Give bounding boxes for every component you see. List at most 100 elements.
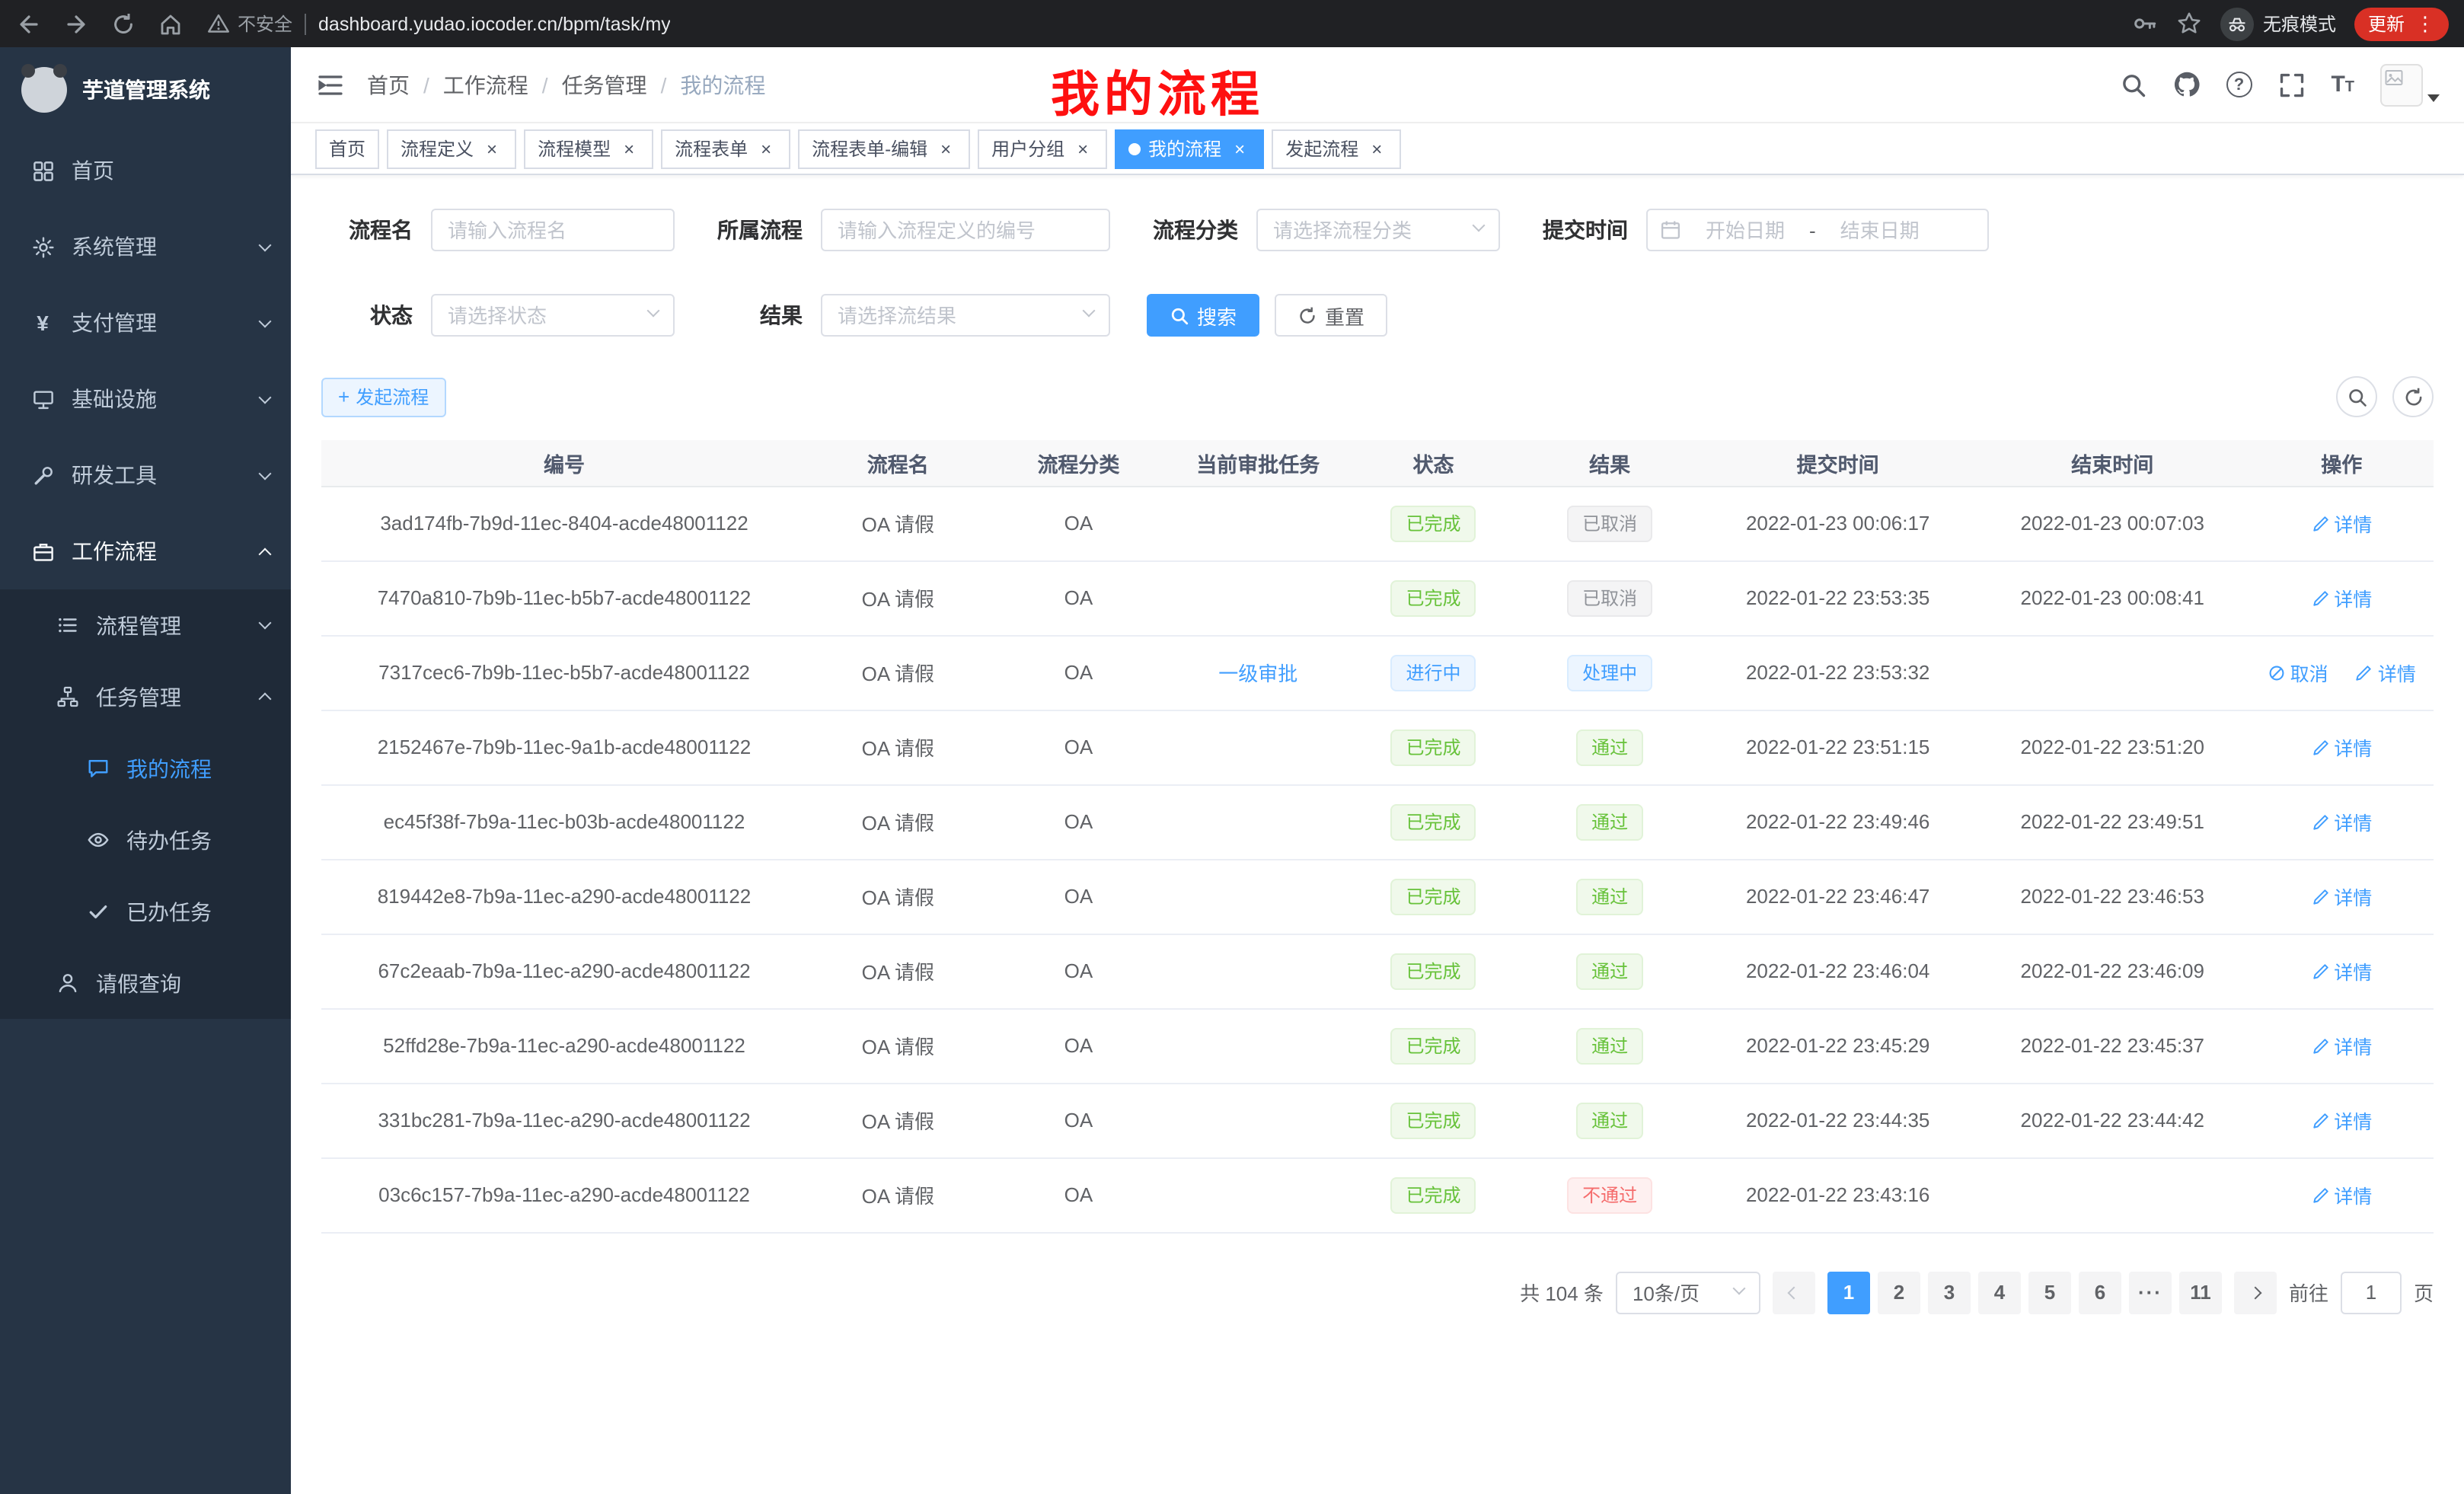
detail-link[interactable]: 详情 [2311,733,2372,761]
status-select[interactable] [431,294,675,337]
page-button[interactable]: 5 [2028,1271,2071,1314]
tab-close-icon[interactable] [481,138,503,159]
table-row: 819442e8-7b9a-11ec-a290-acde48001122 OA … [321,859,2434,934]
tab-close-icon[interactable] [1366,138,1387,159]
status-select-input[interactable] [431,294,675,337]
app-logo[interactable]: 芋道管理系统 [0,47,291,132]
detail-link[interactable]: 详情 [2311,1106,2372,1135]
table-row: 7317cec6-7b9b-11ec-b5b7-acde48001122 OA … [321,635,2434,710]
page-button[interactable]: 4 [1978,1271,2021,1314]
fullscreen-icon[interactable] [2277,71,2305,98]
tab-close-icon[interactable] [935,138,956,159]
search-icon[interactable] [2119,71,2146,98]
tab-close-icon[interactable] [1072,138,1093,159]
url-text[interactable]: dashboard.yudao.iocoder.cn/bpm/task/my [318,13,671,34]
home-icon[interactable] [157,11,183,37]
date-range-picker[interactable]: - [1646,209,1989,251]
page-button[interactable]: 3 [1928,1271,1971,1314]
detail-link[interactable]: 详情 [2311,956,2372,985]
result-select-input[interactable] [821,294,1110,337]
reload-icon[interactable] [110,11,136,37]
belong-process-input[interactable] [821,209,1110,251]
category-select[interactable] [1256,209,1500,251]
detail-link[interactable]: 详情 [2311,509,2372,538]
tab[interactable]: 流程表单 [661,129,790,168]
refresh-table-button[interactable] [2392,376,2434,417]
page-button[interactable]: 6 [2079,1271,2121,1314]
cell-name: OA 请假 [807,1083,989,1157]
sidebar-item-payment[interactable]: ¥ 支付管理 [0,285,291,361]
page-size-value[interactable] [1616,1271,1760,1314]
forward-icon[interactable] [62,11,88,37]
tab[interactable]: 流程定义 [387,129,516,168]
browser-update-button[interactable]: 更新 ⋮ [2354,7,2449,40]
result-tag: 通过 [1576,729,1643,765]
breadcrumb-item[interactable]: 首页 [367,69,429,100]
goto-page-input[interactable] [2341,1271,2402,1314]
tab[interactable]: 发起流程 [1272,129,1401,168]
cell-result: 通过 [1519,1083,1701,1157]
prev-page-button[interactable] [1773,1271,1815,1314]
hamburger-icon[interactable] [315,69,346,100]
tab[interactable]: 流程表单-编辑 [798,129,970,168]
help-icon[interactable] [2226,72,2252,97]
sidebar-item-workflow[interactable]: 工作流程 [0,513,291,589]
cell-name: OA 请假 [807,635,989,710]
detail-link[interactable]: 详情 [2355,658,2416,687]
process-name-input[interactable] [431,209,675,251]
detail-link[interactable]: 详情 [2311,1031,2372,1060]
sidebar-item-done-tasks[interactable]: 已办任务 [0,876,291,947]
sidebar-item-system[interactable]: 系统管理 [0,209,291,285]
tab-close-icon[interactable] [618,138,640,159]
back-icon[interactable] [15,11,41,37]
incognito-profile-chip[interactable]: 无痕模式 [2220,7,2336,40]
sidebar-item-devtools[interactable]: 研发工具 [0,437,291,513]
page-button[interactable]: 2 [1878,1271,1920,1314]
refresh-icon [1297,305,1317,325]
next-page-button[interactable] [2234,1271,2277,1314]
task-link[interactable]: 一级审批 [1218,662,1297,685]
cancel-link[interactable]: 取消 [2268,658,2328,687]
tab[interactable]: 流程模型 [524,129,653,168]
category-select-input[interactable] [1256,209,1500,251]
sidebar-item-todo-tasks[interactable]: 待办任务 [0,804,291,876]
toggle-search-button[interactable] [2336,376,2377,417]
sidebar-item-leave-query[interactable]: 请假查询 [0,947,291,1019]
sidebar-item-home[interactable]: 首页 [0,132,291,209]
detail-link[interactable]: 详情 [2311,882,2372,911]
password-key-icon[interactable] [2132,11,2158,37]
breadcrumb-item[interactable]: 工作流程 [443,69,548,100]
end-date-input[interactable] [1822,219,1938,241]
result-tag: 通过 [1576,803,1643,840]
bookmark-star-icon[interactable] [2176,11,2202,37]
tab[interactable]: 首页 [315,129,379,168]
result-select[interactable] [821,294,1110,337]
page-button[interactable]: 1 [1827,1271,1870,1314]
start-date-input[interactable] [1687,219,1803,241]
page-button[interactable]: ··· [2129,1271,2172,1314]
page-size-select[interactable] [1616,1271,1760,1314]
sidebar-item-my-process[interactable]: 我的流程 [0,733,291,804]
detail-link[interactable]: 详情 [2311,583,2372,612]
page-button[interactable]: 11 [2179,1271,2222,1314]
breadcrumb-item[interactable]: 任务管理 [562,69,667,100]
tab[interactable]: 用户分组 [978,129,1107,168]
tab-close-icon[interactable] [755,138,777,159]
create-process-button[interactable]: + 发起流程 [321,377,445,417]
github-icon[interactable] [2172,71,2200,98]
tab[interactable]: 我的流程 [1115,129,1264,168]
address-bar[interactable]: 不安全 dashboard.yudao.iocoder.cn/bpm/task/… [207,11,2114,37]
detail-link[interactable]: 详情 [2311,1180,2372,1209]
tab-close-icon[interactable] [1229,138,1250,159]
reset-button[interactable]: 重置 [1275,294,1387,337]
chrome-menu-icon[interactable]: ⋮ [2415,11,2435,36]
search-button[interactable]: 搜索 [1147,294,1259,337]
sidebar-item-task-management[interactable]: 任务管理 [0,661,291,733]
site-security-chip[interactable]: 不安全 [207,11,292,37]
table-row: 52ffd28e-7b9a-11ec-a290-acde48001122 OA … [321,1008,2434,1083]
user-avatar[interactable] [2380,63,2440,106]
sidebar-item-infrastructure[interactable]: 基础设施 [0,361,291,437]
detail-link[interactable]: 详情 [2311,807,2372,836]
font-size-icon[interactable] [2331,72,2354,97]
sidebar-item-process-management[interactable]: 流程管理 [0,589,291,661]
